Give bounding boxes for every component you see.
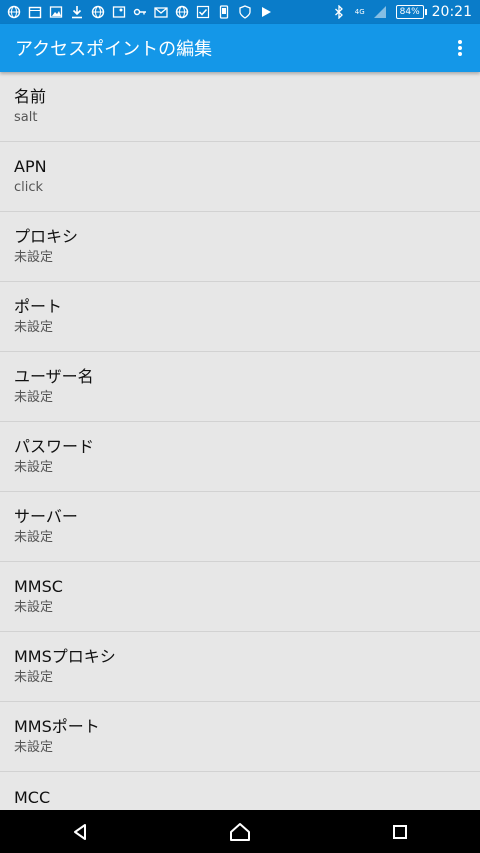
- setting-title: MCC: [14, 788, 51, 807]
- image-icon: [48, 5, 63, 20]
- setting-port[interactable]: ポート 未設定: [0, 282, 480, 352]
- image-edit-icon: [111, 5, 126, 20]
- setting-value: salt: [14, 109, 38, 125]
- setting-mcc[interactable]: MCC: [0, 772, 480, 810]
- battery-level: 84%: [395, 5, 427, 19]
- calendar-icon: [27, 5, 42, 20]
- recents-button[interactable]: [370, 810, 430, 853]
- bluetooth-icon: [332, 5, 347, 20]
- setting-username[interactable]: ユーザー名 未設定: [0, 352, 480, 422]
- setting-title: MMSポート: [14, 716, 100, 736]
- check-icon: [195, 5, 210, 20]
- more-vert-icon: [458, 40, 462, 56]
- setting-mms-proxy[interactable]: MMSプロキシ 未設定: [0, 632, 480, 702]
- setting-title: ユーザー名: [14, 366, 94, 386]
- status-right: 4G 84% 20:21: [332, 4, 480, 20]
- navigation-bar: [0, 810, 480, 853]
- more-options-button[interactable]: [440, 24, 480, 72]
- key-icon: [132, 5, 147, 20]
- setting-value: 未設定: [14, 249, 54, 265]
- setting-name[interactable]: 名前 salt: [0, 72, 480, 142]
- setting-mms-port[interactable]: MMSポート 未設定: [0, 702, 480, 772]
- setting-value: 未設定: [14, 459, 54, 475]
- setting-value: 未設定: [14, 669, 54, 685]
- download-icon: [69, 5, 84, 20]
- setting-value: 未設定: [14, 319, 54, 335]
- setting-server[interactable]: サーバー 未設定: [0, 492, 480, 562]
- home-button[interactable]: [210, 810, 270, 853]
- gmail-icon: [153, 5, 168, 20]
- notification-icons: [0, 5, 273, 20]
- recents-icon: [393, 824, 407, 839]
- globe-icon: [174, 5, 189, 20]
- network-type-label: 4G: [354, 8, 365, 16]
- play-icon: [258, 5, 273, 20]
- setting-title: サーバー: [14, 506, 78, 526]
- setting-value: 未設定: [14, 739, 54, 755]
- setting-title: MMSプロキシ: [14, 646, 116, 666]
- setting-proxy[interactable]: プロキシ 未設定: [0, 212, 480, 282]
- setting-title: ポート: [14, 296, 63, 316]
- globe-icon: [90, 5, 105, 20]
- back-button[interactable]: [50, 810, 110, 853]
- back-icon: [74, 823, 86, 840]
- status-clock: 20:21: [431, 4, 472, 20]
- setting-title: 名前: [14, 86, 47, 106]
- home-icon: [230, 822, 250, 841]
- globe-icon: [6, 5, 21, 20]
- apn-settings-list: 名前 salt APN click プロキシ 未設定 ポート 未設定 ユーザー名…: [0, 72, 480, 810]
- setting-value: 未設定: [14, 599, 54, 615]
- setting-title: パスワード: [14, 436, 95, 456]
- setting-value: 未設定: [14, 529, 54, 545]
- phone-icon: [216, 5, 231, 20]
- page-title: アクセスポイントの編集: [15, 39, 213, 60]
- setting-value: click: [14, 179, 44, 195]
- setting-title: MMSC: [14, 576, 63, 596]
- shield-icon: [237, 5, 252, 20]
- status-bar: 4G 84% 20:21: [0, 0, 480, 24]
- signal-icon: [373, 5, 388, 20]
- setting-title: プロキシ: [14, 226, 79, 246]
- app-bar: アクセスポイントの編集: [0, 24, 480, 72]
- setting-apn[interactable]: APN click: [0, 142, 480, 212]
- setting-password[interactable]: パスワード 未設定: [0, 422, 480, 492]
- setting-title: APN: [14, 156, 47, 176]
- setting-value: 未設定: [14, 389, 54, 405]
- setting-mmsc[interactable]: MMSC 未設定: [0, 562, 480, 632]
